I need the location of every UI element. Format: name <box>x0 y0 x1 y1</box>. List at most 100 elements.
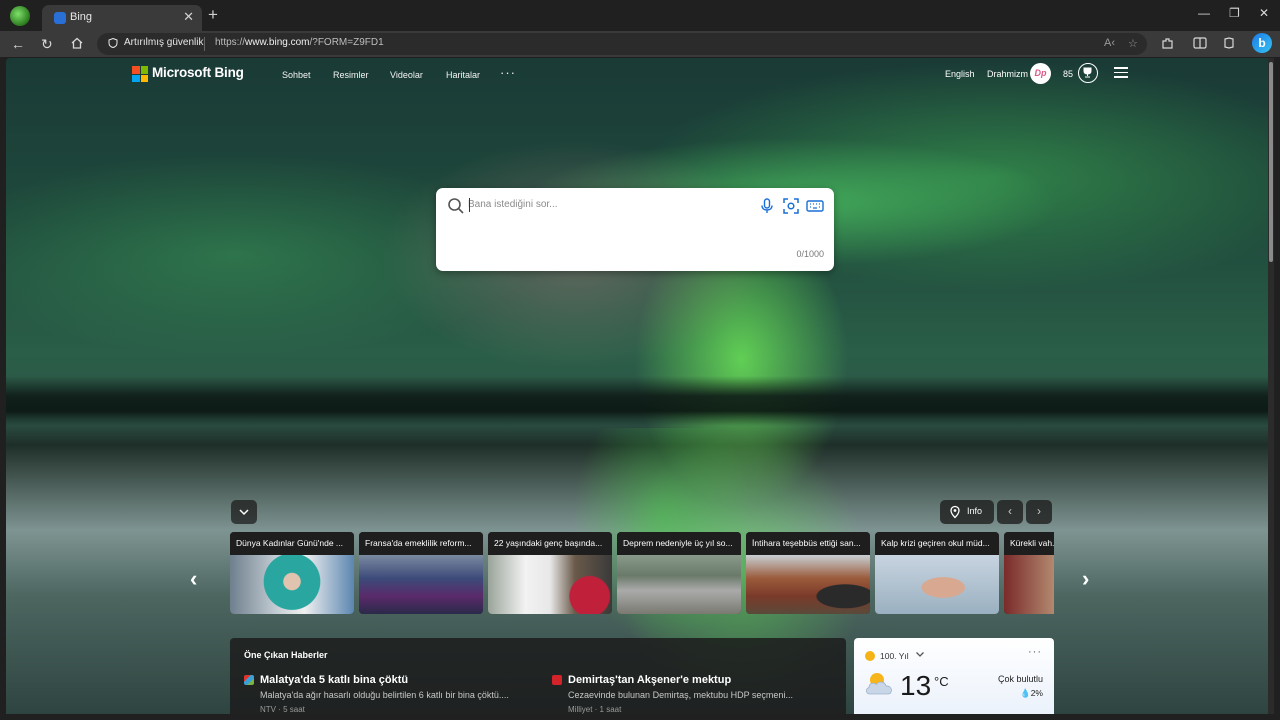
info-label: Info <box>967 506 983 516</box>
news-item-source: NTV · 5 saat <box>260 705 305 714</box>
read-aloud-icon[interactable]: A‹ <box>1104 37 1115 49</box>
top-news-panel: Öne Çıkan Haberler Malatya'da 5 katlı bi… <box>230 638 846 714</box>
news-card-image <box>617 555 741 614</box>
news-card[interactable]: 22 yaşındaki genç başında... <box>488 532 612 614</box>
collapse-feed-button[interactable] <box>231 500 257 524</box>
news-card-image <box>230 555 354 614</box>
refresh-icon[interactable]: ↻ <box>41 35 53 53</box>
search-icon <box>448 198 464 214</box>
previous-image-button[interactable]: ‹ <box>997 500 1023 524</box>
microsoft-logo-icon <box>132 66 148 82</box>
news-card[interactable]: Kürekli vah... <box>1004 532 1054 614</box>
news-item-title: Demirtaş'tan Akşener'e mektup <box>568 674 732 686</box>
news-card-title: 22 yaşındaki genç başında... <box>488 532 612 554</box>
security-label[interactable]: Artırılmış güvenlik <box>124 37 203 48</box>
sun-icon <box>865 651 875 661</box>
address-bar[interactable]: Artırılmış güvenlik https://www.bing.com… <box>97 33 1147 55</box>
news-card-title: İntihara teşebbüs ettiği san... <box>746 532 870 554</box>
weather-precipitation: 💧2% <box>1020 688 1043 698</box>
weather-more-button[interactable]: ··· <box>1028 646 1042 658</box>
news-card-title: Kalp krizi geçiren okul müd... <box>875 532 999 554</box>
news-item-description: Malatya'da ağır hasarlı olduğu belirtile… <box>260 690 509 700</box>
close-window-button[interactable]: ✕ <box>1259 6 1269 20</box>
favorites-collection-icon[interactable] <box>1222 37 1236 49</box>
rewards-trophy-icon[interactable] <box>1078 63 1098 83</box>
hamburger-menu-icon[interactable] <box>1114 67 1128 78</box>
news-card-title: Deprem nedeniyle üç yıl so... <box>617 532 741 554</box>
weather-condition: Çok bulutlu <box>997 674 1043 684</box>
milliyet-logo-icon <box>552 675 562 685</box>
news-card-image <box>875 555 999 614</box>
extensions-icon[interactable] <box>1161 37 1174 50</box>
browser-toolbar: ← ↻ Artırılmış güvenlik https://www.bing… <box>0 31 1280 57</box>
nav-resimler[interactable]: Resimler <box>333 70 369 80</box>
url-text[interactable]: https://www.bing.com/?FORM=Z9FD1 <box>215 37 384 48</box>
weather-widget[interactable]: 100. Yıl ··· 13 °C Çok bulutlu 💧2% <box>854 638 1054 714</box>
chevron-down-icon <box>239 509 249 516</box>
search-input[interactable] <box>468 199 748 210</box>
scrollbar-thumb[interactable] <box>1269 62 1273 262</box>
news-card[interactable]: Fransa'da emeklilik reform... <box>359 532 483 614</box>
bing-favicon-icon <box>54 12 66 24</box>
image-info-button[interactable]: Info <box>940 500 994 524</box>
tab-strip: Bing ✕ + — ❐ ✕ <box>0 0 1280 31</box>
visual-search-icon[interactable] <box>782 197 800 215</box>
close-tab-icon[interactable]: ✕ <box>183 9 194 25</box>
news-card[interactable]: Dünya Kadınlar Günü'nde ... <box>230 532 354 614</box>
carousel-next-arrow[interactable]: › <box>1082 566 1089 592</box>
nav-videolar[interactable]: Videolar <box>390 70 423 80</box>
weather-temperature: 13 <box>900 670 932 701</box>
ntv-logo-icon <box>244 675 254 685</box>
new-tab-button[interactable]: + <box>208 5 218 25</box>
location-pin-icon <box>950 505 960 519</box>
news-card-image <box>746 555 870 614</box>
search-box[interactable]: 0/1000 <box>436 188 834 271</box>
news-card[interactable]: Kalp krizi geçiren okul müd... <box>875 532 999 614</box>
news-card-title: Fransa'da emeklilik reform... <box>359 532 483 554</box>
news-item-description: Cezaevinde bulunan Demirtaş, mektubu HDP… <box>568 690 793 700</box>
back-icon[interactable]: ← <box>11 35 25 53</box>
nav-haritalar[interactable]: Haritalar <box>446 70 480 80</box>
news-card-title: Dünya Kadınlar Günü'nde ... <box>230 532 354 554</box>
news-card-image <box>1004 555 1054 614</box>
language-switch[interactable]: English <box>945 69 975 79</box>
tab-title: Bing <box>70 11 93 23</box>
weather-unit[interactable]: °C <box>934 674 949 689</box>
news-carousel: Dünya Kadınlar Günü'nde ... Fransa'da em… <box>230 532 1054 614</box>
news-item-title: Malatya'da 5 katlı bina çöktü <box>260 674 409 686</box>
news-card-title: Kürekli vah... <box>1004 532 1054 554</box>
restore-button[interactable]: ❐ <box>1229 6 1240 20</box>
news-card[interactable]: Deprem nedeniyle üç yıl so... <box>617 532 741 614</box>
favorite-star-icon[interactable]: ☆ <box>1128 37 1138 50</box>
weather-location[interactable]: 100. Yıl <box>880 651 909 661</box>
top-news-heading: Öne Çıkan Haberler <box>244 650 328 660</box>
browser-tab-bing[interactable]: Bing ✕ <box>42 5 202 31</box>
nav-more-button[interactable]: ··· <box>500 65 516 80</box>
bing-homepage: Microsoft Bing Sohbet Resimler Videolar … <box>6 58 1274 714</box>
keyboard-icon[interactable] <box>806 197 824 215</box>
split-screen-icon[interactable] <box>1193 37 1207 49</box>
microphone-icon[interactable] <box>758 197 776 215</box>
partly-cloudy-icon <box>866 673 892 695</box>
carousel-prev-arrow[interactable]: ‹ <box>190 566 197 592</box>
rewards-points[interactable]: 85 <box>1063 69 1073 79</box>
user-name[interactable]: Drahmizm <box>987 69 1028 79</box>
news-card-image <box>359 555 483 614</box>
copilot-icon[interactable]: b <box>1252 33 1272 53</box>
user-avatar[interactable]: Dp <box>1030 63 1051 84</box>
next-image-button[interactable]: › <box>1026 500 1052 524</box>
news-item-source: Milliyet · 1 saat <box>568 705 622 714</box>
minimize-button[interactable]: — <box>1198 6 1210 20</box>
character-counter: 0/1000 <box>796 249 824 259</box>
text-caret <box>469 198 470 212</box>
chevron-down-icon[interactable] <box>914 648 926 660</box>
home-icon[interactable] <box>70 36 84 50</box>
news-card-image <box>488 555 612 614</box>
background-mountain-ridge <box>6 376 1274 426</box>
nav-sohbet[interactable]: Sohbet <box>282 70 311 80</box>
news-card[interactable]: İntihara teşebbüs ettiği san... <box>746 532 870 614</box>
browser-profile-button[interactable] <box>10 6 30 26</box>
address-divider <box>204 37 205 51</box>
shield-lock-icon[interactable] <box>108 38 118 48</box>
brand-name: Microsoft Bing <box>152 65 244 80</box>
